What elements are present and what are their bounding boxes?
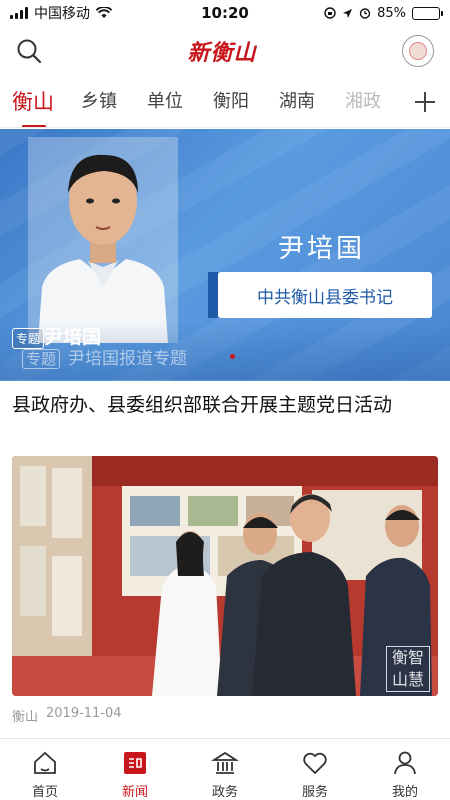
nav-mine[interactable]: 我的 <box>360 739 450 800</box>
home-icon <box>34 751 56 774</box>
person-name: 尹培国 <box>278 234 366 264</box>
watermark-logo: 衡智 山慧 <box>386 646 430 692</box>
search-icon[interactable] <box>16 38 42 64</box>
category-tabs: 衡山 乡镇 单位 衡阳 湖南 湘政 <box>0 76 450 128</box>
status-bar: 中国移动 10:20 85% <box>0 0 450 26</box>
wifi-icon <box>96 7 112 18</box>
article-photo[interactable] <box>12 456 438 696</box>
app-logo: 新衡山 <box>187 40 257 66</box>
government-icon <box>211 751 239 774</box>
tab-xiangzheng[interactable]: 湘政 <box>330 76 396 127</box>
carousel-indicator <box>230 354 235 359</box>
nav-home-label: 首页 <box>31 785 58 800</box>
nav-government[interactable]: 政务 <box>180 739 270 800</box>
nav-news-label: 新闻 <box>121 785 148 800</box>
person-title: 中共衡山县委书记 <box>208 272 432 318</box>
nav-mine-label: 我的 <box>391 785 418 800</box>
status-time: 10:20 <box>201 4 249 22</box>
bottom-nav: 首页 新闻 政务 服务 我的 <box>0 738 450 800</box>
nav-news[interactable]: 新闻 <box>90 739 180 800</box>
plus-icon[interactable] <box>400 76 450 127</box>
location-icon <box>343 8 353 18</box>
tab-towns[interactable]: 乡镇 <box>66 76 132 127</box>
signal-icon <box>10 7 28 19</box>
alarm-icon <box>359 8 371 19</box>
tab-hengshan[interactable]: 衡山 <box>0 76 66 127</box>
avatar[interactable] <box>401 35 434 67</box>
news-icon <box>124 752 146 774</box>
nav-home[interactable]: 首页 <box>0 739 90 800</box>
topic-badge: 专题 <box>12 328 45 349</box>
nav-service[interactable]: 服务 <box>270 739 360 800</box>
banner-title[interactable]: 尹培国 <box>44 322 101 349</box>
carrier-label: 中国移动 <box>34 6 90 22</box>
app-header: 新衡山 <box>0 26 450 76</box>
tab-hunan[interactable]: 湖南 <box>264 76 330 127</box>
user-icon <box>394 751 416 775</box>
article-meta: 衡山 2019-11-04 <box>12 706 122 725</box>
rotation-lock-icon <box>324 7 336 19</box>
article-source: 衡山 <box>12 710 39 725</box>
tab-units[interactable]: 单位 <box>132 76 198 127</box>
nav-service-label: 服务 <box>301 785 328 800</box>
portrait-image <box>28 137 178 343</box>
app-screen: 中国移动 10:20 85% 新衡山 衡山 乡镇 单位 衡阳 湖南 湘政 尹培国… <box>0 0 450 800</box>
nav-government-label: 政务 <box>211 785 238 800</box>
battery-percent: 85% <box>377 5 406 21</box>
tab-hengyang[interactable]: 衡阳 <box>198 76 264 127</box>
heart-icon <box>303 752 327 775</box>
article-title[interactable]: 县政府办、县委组织部联合开展主题党日活动 <box>12 390 438 420</box>
article-date: 2019-11-04 <box>46 706 122 721</box>
battery-icon <box>412 6 443 20</box>
